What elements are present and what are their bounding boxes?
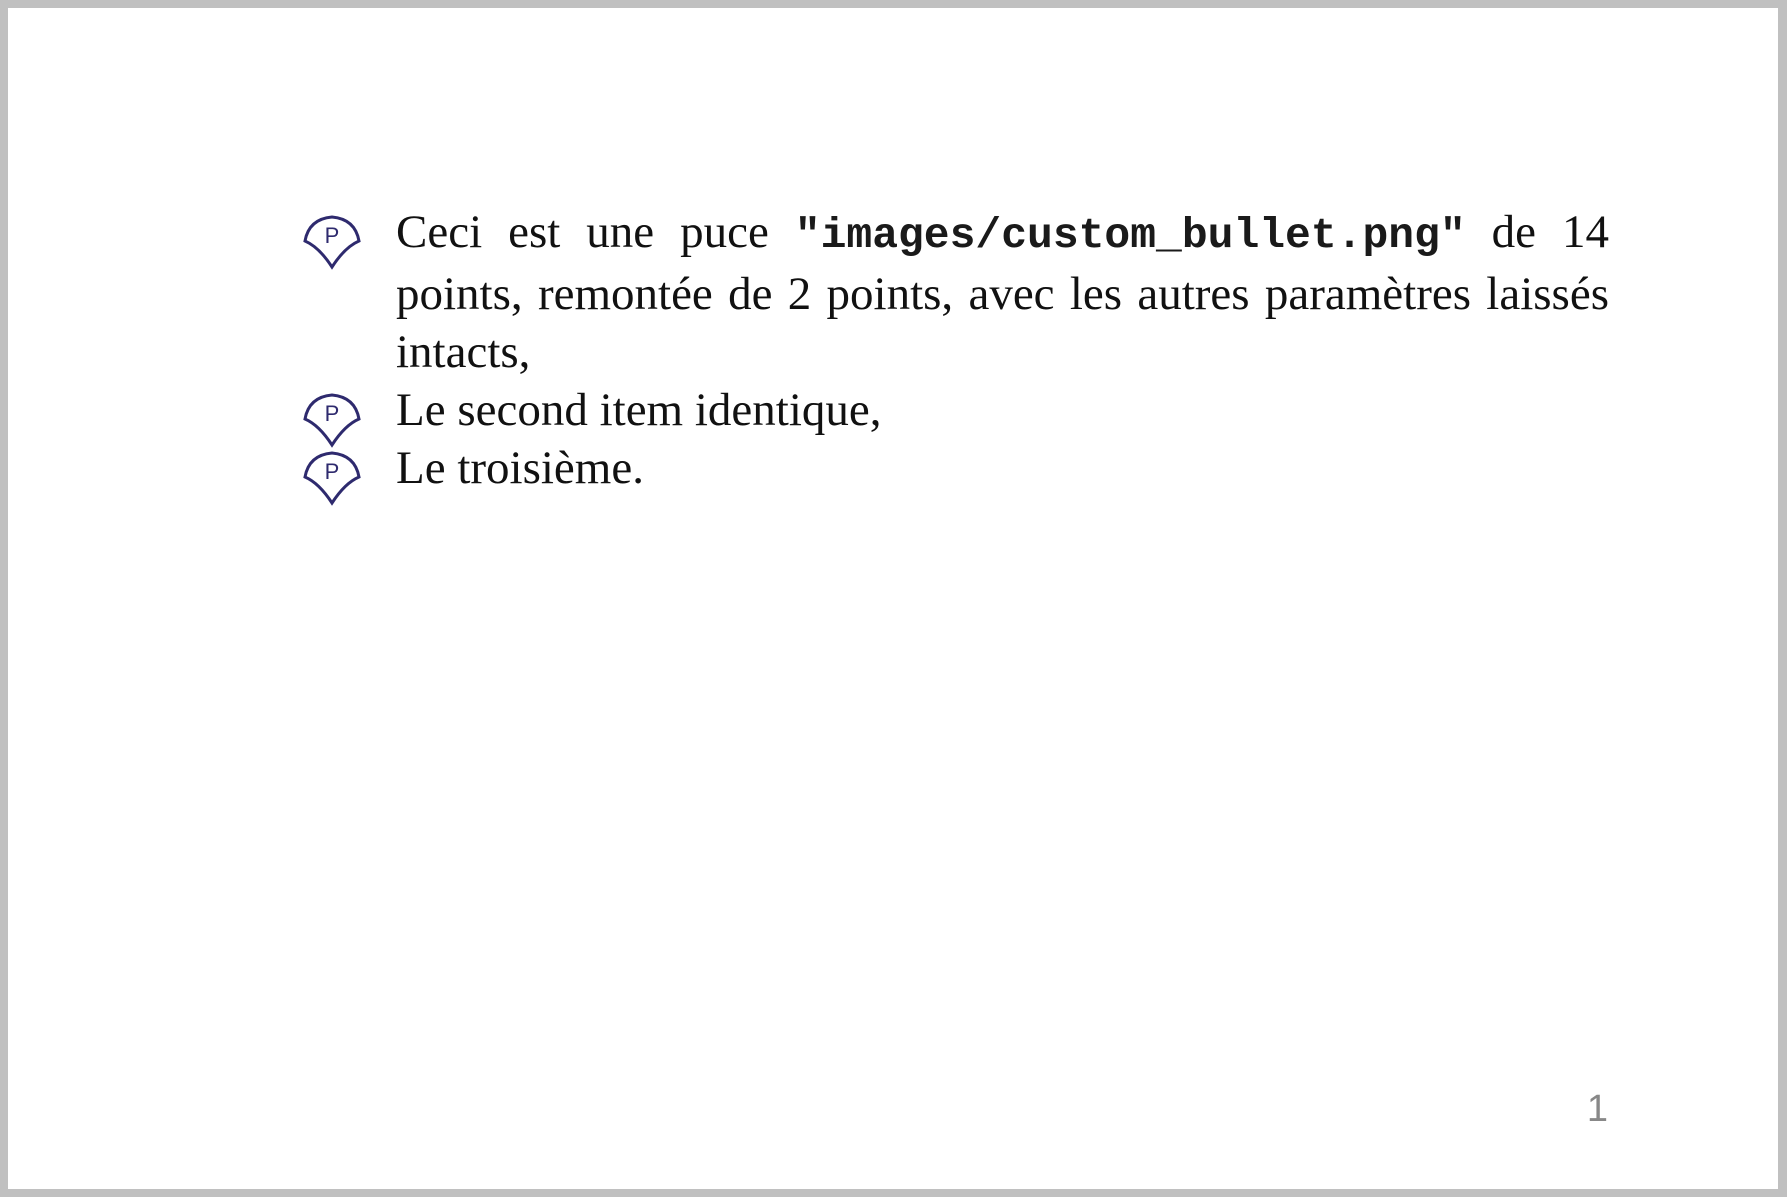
bullet-glyph: P [325,401,340,426]
list-item: P Le troisième. [8,439,1778,506]
bullet-glyph: P [325,223,340,248]
list-item-text: Le troisième. [396,442,644,494]
list-item: P Le second item identique, [8,381,1778,448]
list-item-text: Le second item identique, [396,384,882,436]
list-item: P Ceci est une puce "images/custom_bulle… [8,203,1778,381]
list-item-text: Ceci est une puce "images/custom_bullet.… [396,203,1609,381]
page-number: 1 [1586,1088,1608,1130]
custom-bullet-icon: P [303,215,361,270]
bullet-glyph: P [325,459,340,484]
document-page: P Ceci est une puce "images/custom_bulle… [8,8,1778,1189]
bullet-list: P Ceci est une puce "images/custom_bulle… [8,203,1778,506]
list-item-code: "images/custom_bullet.png" [794,211,1466,260]
custom-bullet-icon: P [303,451,361,506]
list-item-text-before: Ceci est une puce [396,206,795,258]
